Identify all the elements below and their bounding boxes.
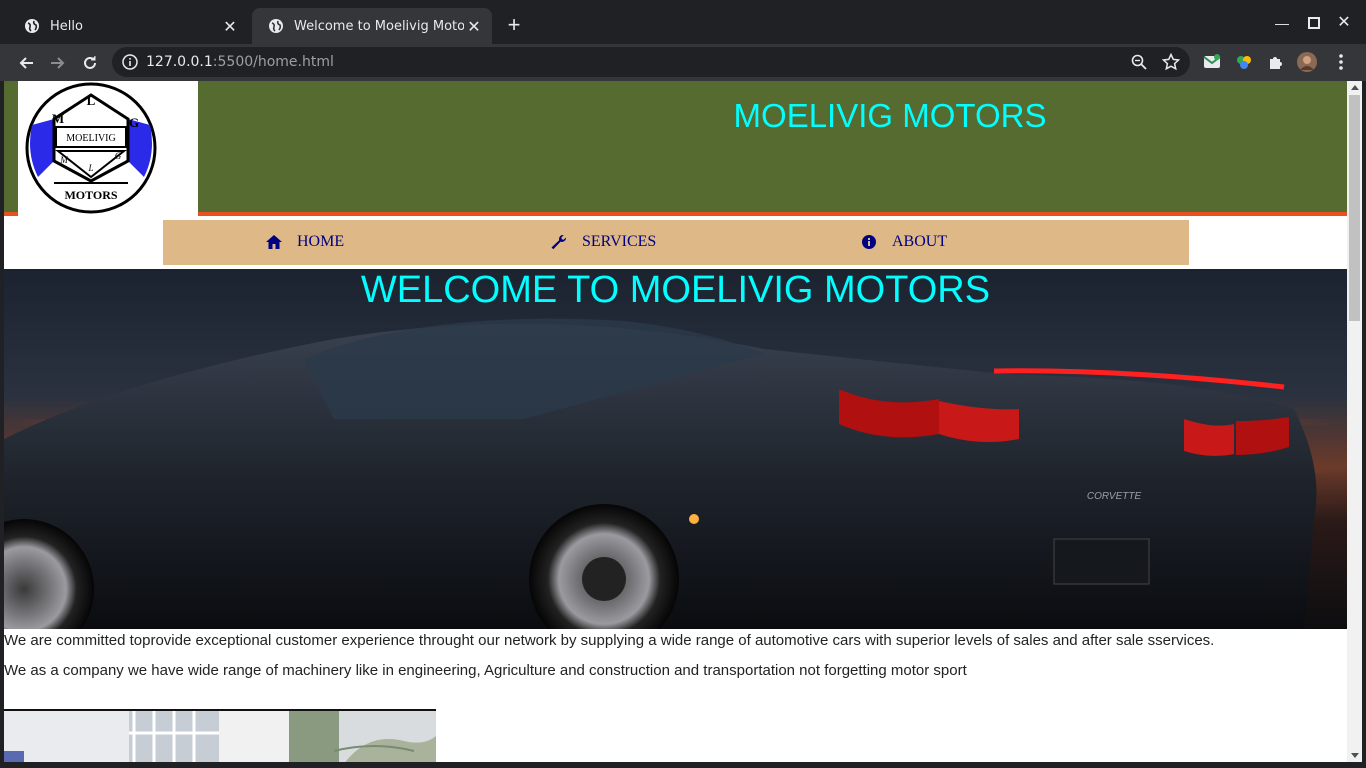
logo-bottom-text: MOTORS [64,188,117,202]
logo-letter: G [115,151,122,161]
tab-title: Hello [50,18,83,34]
logo: L M G MOELIVIG M L G MOTORS [18,81,198,216]
reload-button[interactable] [76,49,104,77]
close-tab-icon[interactable]: ✕ [464,16,484,36]
avatar[interactable] [1297,52,1317,72]
browser-tab-hello[interactable]: Hello ✕ [8,8,248,44]
nav-home-link[interactable]: HOME [265,233,344,251]
nav-about-label: ABOUT [892,233,948,250]
nav-services-link[interactable]: SERVICES [550,233,656,251]
forward-button[interactable] [44,49,72,77]
site-title: MOELIVIG MOTORS [733,97,1047,134]
arrow-left-icon [19,57,33,69]
building-photo-icon [4,711,436,762]
intro-paragraph: We are committed toprovide exceptional c… [4,632,1215,649]
building-image [4,709,436,762]
home-icon [266,235,282,249]
main-nav: HOME SERVICES ABOUT [163,220,1189,265]
logo-letter: L [87,93,96,108]
nav-services-label: SERVICES [582,233,657,250]
hero-title: WELCOME TO MOELIVIG MOTORS [360,269,991,311]
hero-banner: CORVETTE WELCOME TO MOELIVIG MOTORS [4,269,1347,629]
moelivig-logo-icon: L M G MOELIVIG M L G MOTORS [25,82,157,214]
logo-letter: G [129,115,139,130]
sports-car-image: CORVETTE [4,269,1347,629]
nav-home-label: HOME [297,233,345,250]
scroll-up-icon[interactable] [1351,85,1359,90]
close-window-icon[interactable]: ✕ [1333,12,1355,34]
minimize-icon[interactable]: — [1271,12,1293,34]
info-icon [862,235,876,249]
scrollbar-thumb[interactable] [1349,95,1360,321]
url-path: :5500/home.html [212,54,334,70]
back-button[interactable] [12,49,40,77]
extension-mail-icon[interactable] [1202,52,1222,72]
browser-toolbar: 127.0.0.1:5500/home.html [0,44,1366,81]
logo-middle-text: MOELIVIG [66,133,115,144]
globe-icon [269,19,283,33]
browser-tab-bar: Hello ✕ Welcome to Moelivig Motors ✕ + —… [0,0,1366,44]
close-tab-icon[interactable]: ✕ [220,16,240,36]
url-text: 127.0.0.1:5500/home.html [146,54,334,70]
bookmark-star-icon[interactable] [1162,53,1180,71]
logo-letter: M [59,155,68,165]
logo-letter: L [87,163,93,173]
site-header: L M G MOELIVIG M L G MOTORS MOELIVIG MOT… [4,81,1347,216]
url-host: 127.0.0.1 [146,54,213,70]
scroll-down-icon[interactable] [1351,753,1359,758]
wrench-icon [551,235,567,250]
new-tab-button[interactable]: + [502,14,526,38]
tab-title: Welcome to Moelivig Motors [294,18,464,34]
arrow-right-icon [51,57,65,69]
nav-about-link[interactable]: ABOUT [860,233,947,251]
site-info-icon[interactable] [122,54,138,70]
page-scrollbar[interactable] [1347,81,1362,762]
reload-icon [84,56,96,69]
address-bar[interactable]: 127.0.0.1:5500/home.html [112,47,1190,77]
zoom-icon[interactable] [1130,53,1148,71]
maximize-icon[interactable] [1303,12,1325,34]
svg-text:CORVETTE: CORVETTE [1087,491,1142,502]
globe-icon [25,19,39,33]
page-viewport: L M G MOELIVIG M L G MOTORS MOELIVIG MOT… [4,81,1347,762]
kebab-menu-icon[interactable] [1331,52,1351,72]
puzzle-icon[interactable] [1266,52,1286,72]
extension-color-icon[interactable] [1234,52,1254,72]
logo-letter: M [52,111,64,126]
company-paragraph: We as a company we have wide range of ma… [4,662,967,679]
browser-tab-moelivig[interactable]: Welcome to Moelivig Motors ✕ [252,8,492,44]
